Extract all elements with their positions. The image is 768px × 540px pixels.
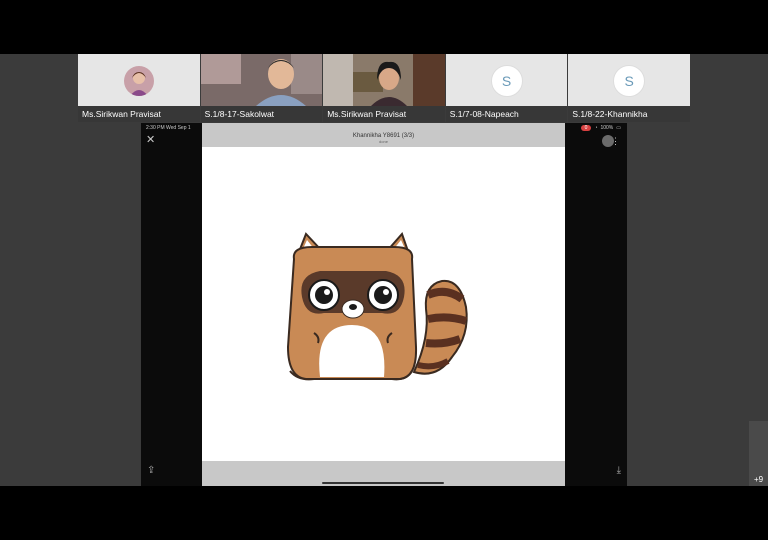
wifi-icon: ◔ bbox=[594, 125, 598, 131]
participant-name: S.1/8-22-Khannikha bbox=[568, 106, 690, 122]
status-bar-right: 0 ◔ 100% ▭ bbox=[580, 125, 621, 131]
participant-tile[interactable]: Ms.Sirikwan Pravisat bbox=[323, 54, 445, 122]
screen-share: 2:30 PM Wed Sep 1 0 ◔ 100% ▭ ✕ ⋮ Khannik… bbox=[141, 123, 627, 486]
participant-name: S.1/7-08-Napeach bbox=[445, 106, 568, 122]
drawing-canvas bbox=[202, 147, 565, 461]
participant-video bbox=[323, 54, 445, 106]
more-participants-button[interactable]: +9 bbox=[749, 421, 768, 486]
status-time: 2:30 PM Wed Sep 1 bbox=[146, 125, 191, 131]
participant-name: Ms.Sirikwan Pravisat bbox=[323, 106, 445, 122]
participant-tile[interactable]: Ms.Sirikwan Pravisat bbox=[78, 54, 200, 122]
participant-avatar bbox=[123, 66, 154, 96]
participant-video bbox=[200, 54, 323, 106]
download-icon[interactable]: ⤓ bbox=[617, 465, 621, 476]
participant-strip: Ms.Sirikwan Pravisat S.1/8-17-Sakolwat M… bbox=[78, 54, 690, 122]
close-icon[interactable]: ✕ bbox=[146, 133, 155, 146]
viewer-header: Khannikha Y8691 (3/3) done bbox=[202, 123, 565, 147]
more-options-icon[interactable]: ⋮ bbox=[611, 136, 620, 147]
viewer-subtitle: done bbox=[379, 139, 388, 144]
battery-level: 100% bbox=[600, 125, 614, 131]
home-indicator bbox=[322, 482, 444, 484]
share-icon[interactable]: ⇪ bbox=[147, 465, 155, 476]
record-indicator: 0 bbox=[580, 125, 592, 131]
participant-tile[interactable]: S S.1/7-08-Napeach bbox=[445, 54, 568, 122]
participant-name: Ms.Sirikwan Pravisat bbox=[78, 106, 200, 122]
battery-icon: ▭ bbox=[616, 125, 621, 131]
participant-tile[interactable]: S.1/8-17-Sakolwat bbox=[200, 54, 323, 122]
raccoon-drawing bbox=[286, 232, 468, 381]
participant-initial: S bbox=[490, 65, 523, 97]
participant-name: S.1/8-17-Sakolwat bbox=[200, 106, 323, 122]
participant-initial: S bbox=[613, 65, 646, 97]
participant-tile[interactable]: S S.1/8-22-Khannikha bbox=[568, 54, 690, 122]
raccoon-tail bbox=[412, 279, 468, 375]
